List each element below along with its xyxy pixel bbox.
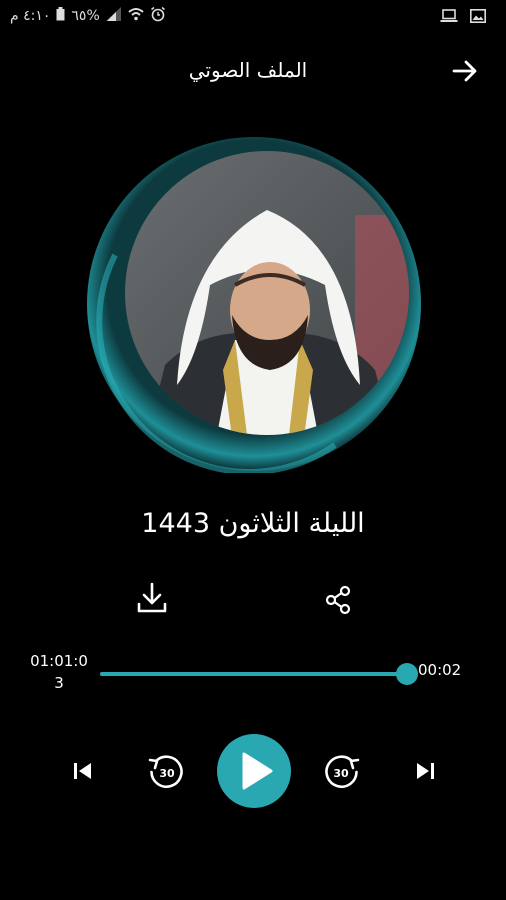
skip-previous-button[interactable] (70, 758, 96, 784)
play-icon (242, 752, 273, 790)
status-time: ٤:١٠ م (10, 8, 51, 24)
back-button[interactable] (450, 56, 480, 86)
cover-art (85, 135, 423, 475)
rewind-30-button[interactable]: 30 (146, 752, 186, 792)
status-bar: ٤:١٠ م ٦٥% (0, 0, 506, 34)
total-time-line1: 01:01:0 (30, 652, 88, 670)
seek-bar[interactable] (100, 663, 418, 685)
download-button[interactable] (134, 580, 170, 616)
page-title: الملف الصوتي (188, 58, 308, 82)
battery-percent: ٦٥% (71, 8, 100, 24)
skip-previous-icon (74, 763, 91, 779)
total-time-line2: 3 (54, 674, 64, 692)
seek-fill (100, 672, 407, 676)
rewind-30-icon: 30 (148, 755, 183, 788)
track-title: الليلة الثلاثون 1443 (141, 508, 365, 539)
download-icon (137, 582, 167, 613)
battery-icon (56, 7, 65, 25)
seek-thumb[interactable] (395, 663, 418, 685)
skip-next-icon (417, 763, 434, 779)
image-icon (470, 8, 486, 27)
skip-next-button[interactable] (412, 758, 438, 784)
current-time: 00:02 (418, 661, 462, 679)
forward-seconds-label: 30 (333, 767, 349, 780)
signal-icon (105, 7, 122, 25)
alarm-icon (150, 6, 166, 26)
total-time: 01:01:0 3 (24, 650, 94, 694)
share-icon (325, 585, 351, 615)
forward-30-button[interactable]: 30 (322, 752, 362, 792)
play-button[interactable] (217, 734, 291, 808)
title-bar: الملف الصوتي (0, 52, 506, 92)
laptop-icon (440, 8, 458, 27)
forward-30-icon: 30 (325, 755, 360, 788)
status-right (440, 8, 486, 27)
arrow-right-icon (452, 60, 477, 82)
share-button[interactable] (322, 584, 354, 616)
wifi-icon (128, 7, 144, 25)
status-left: ٤:١٠ م ٦٥% (10, 6, 166, 26)
rewind-seconds-label: 30 (159, 767, 175, 780)
